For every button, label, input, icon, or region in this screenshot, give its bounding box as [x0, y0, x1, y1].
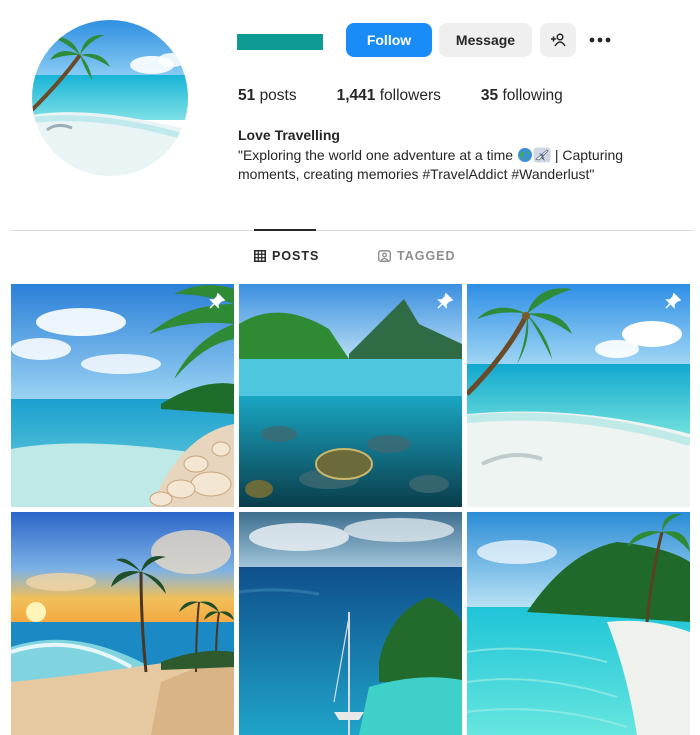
grid-icon: [254, 250, 266, 262]
tab-posts[interactable]: POSTS: [254, 249, 319, 263]
pinned-post-icon: [209, 292, 226, 309]
followers-label: followers: [379, 87, 441, 104]
tag-icon: [378, 250, 391, 262]
pinned-post-icon: [437, 292, 454, 309]
profile-stats: 51 posts 1,441 followers 35 following: [238, 87, 603, 105]
pinned-post-icon: [665, 292, 682, 309]
tabs-divider: [10, 230, 694, 231]
post-image-sunset-beach: [11, 512, 234, 735]
username-redacted: [237, 34, 323, 50]
post-tile[interactable]: [239, 284, 462, 507]
followers-count: 1,441: [336, 87, 376, 104]
add-user-icon: [551, 33, 566, 47]
message-button[interactable]: Message: [439, 23, 532, 57]
more-options-button[interactable]: [584, 27, 616, 53]
post-image-lagoon-mountain: [239, 284, 462, 507]
following-count: 35: [480, 87, 499, 104]
post-image-turquoise-shore: [467, 512, 690, 735]
followers-stat[interactable]: 1,441 followers: [337, 87, 441, 105]
globe-emoji-icon: [517, 148, 532, 162]
active-tab-indicator: [254, 229, 316, 231]
more-dots-icon: [589, 37, 611, 43]
post-tile[interactable]: [11, 512, 234, 735]
posts-stat: 51 posts: [238, 87, 297, 105]
post-image-beach-shells: [11, 284, 234, 507]
suggest-user-button[interactable]: [540, 23, 576, 57]
tab-posts-label: POSTS: [272, 249, 320, 263]
post-image-palm-beach: [467, 284, 690, 507]
posts-count: 51: [238, 87, 256, 104]
following-stat[interactable]: 35 following: [481, 87, 563, 105]
following-label: following: [502, 87, 563, 104]
profile-avatar[interactable]: [32, 20, 188, 176]
follow-button[interactable]: Follow: [346, 23, 432, 57]
post-tile[interactable]: [467, 284, 690, 507]
post-tile[interactable]: [239, 512, 462, 735]
profile-bio: "Exploring the world one adventure at a …: [238, 146, 668, 184]
post-tile[interactable]: [467, 512, 690, 735]
avatar-beach-image: [32, 20, 188, 176]
post-tile[interactable]: [11, 284, 234, 507]
tab-tagged[interactable]: TAGGED: [378, 249, 456, 263]
tab-tagged-label: TAGGED: [397, 249, 456, 263]
posts-label: posts: [259, 87, 297, 104]
airplane-emoji-icon: [533, 147, 551, 163]
bio-text-start: "Exploring the world one adventure at a …: [238, 147, 514, 163]
post-image-ocean-island: [239, 512, 462, 735]
profile-full-name: Love Travelling: [238, 127, 340, 143]
